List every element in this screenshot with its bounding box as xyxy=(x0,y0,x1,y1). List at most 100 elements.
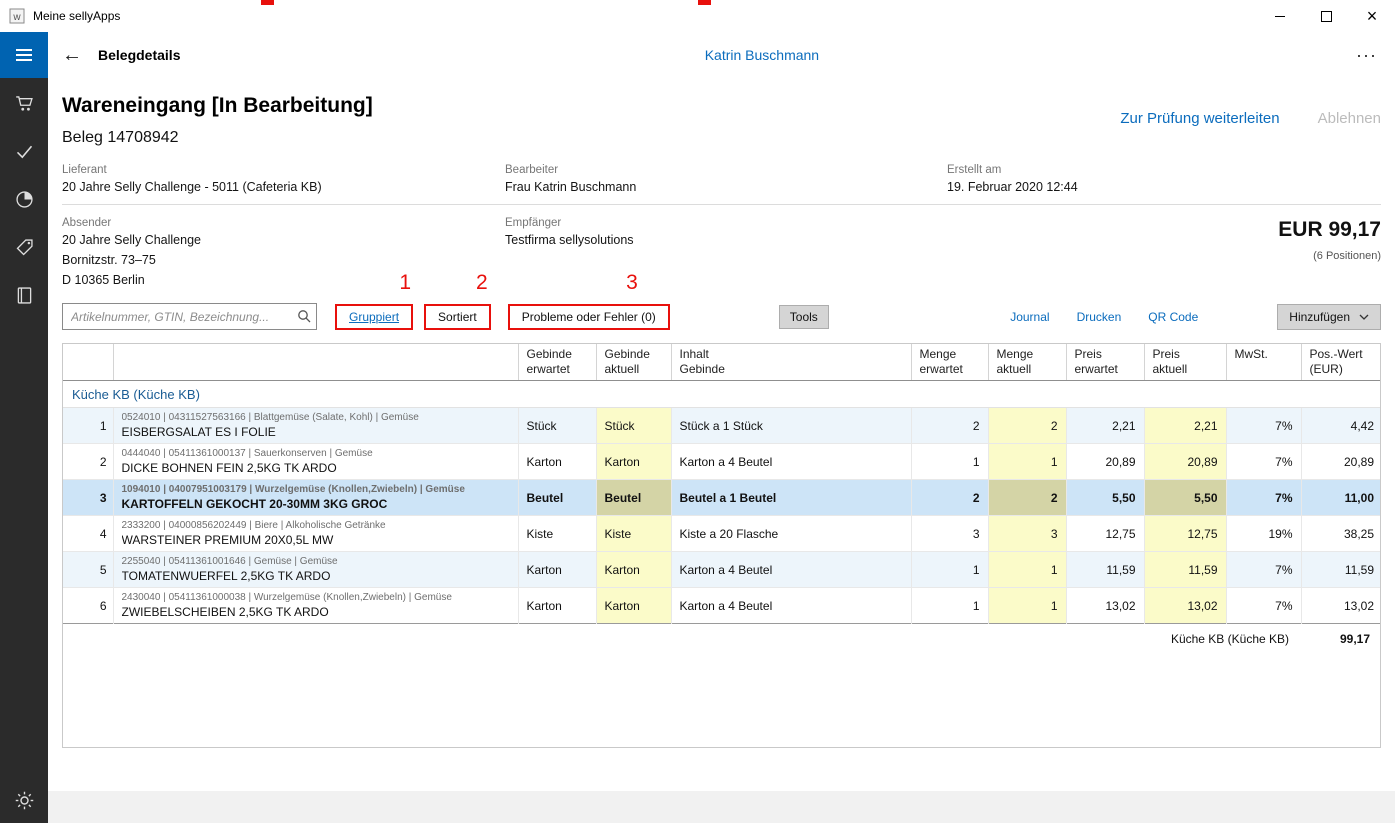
cell-menge_aktuell[interactable]: 3 xyxy=(988,516,1066,552)
cell-gebinde_erwartet: Karton xyxy=(518,444,596,480)
cell-preis_erwartet: 20,89 xyxy=(1066,444,1144,480)
cell-menge_aktuell[interactable]: 2 xyxy=(988,408,1066,444)
cell-wert: 13,02 xyxy=(1301,588,1381,624)
article-name: KARTOFFELN GEKOCHT 20-30MM 3KG GROC xyxy=(122,497,510,512)
cell-gebinde_aktuell[interactable]: Beutel xyxy=(596,480,671,516)
close-button[interactable]: × xyxy=(1349,0,1395,32)
cell-mwst: 7% xyxy=(1226,444,1301,480)
cell-menge_erwartet: 2 xyxy=(911,408,988,444)
probleme-fehler-button[interactable]: Probleme oder Fehler (0) xyxy=(508,304,670,330)
article-meta: 2333200 | 04000856202449 | Biere | Alkoh… xyxy=(122,519,510,532)
qr-code-link[interactable]: QR Code xyxy=(1148,310,1198,324)
article-cell: 1094010 | 04007951003179 | Wurzelgemüse … xyxy=(113,480,518,516)
cell-preis_erwartet: 12,75 xyxy=(1066,516,1144,552)
cell-gebinde_aktuell[interactable]: Karton xyxy=(596,588,671,624)
annotation-number-2: 2 xyxy=(476,271,488,295)
maximize-button[interactable] xyxy=(1303,0,1349,32)
cell-menge_erwartet: 1 xyxy=(911,588,988,624)
article-cell: 0524010 | 04311527563166 | Blattgemüse (… xyxy=(113,408,518,444)
hamburger-icon xyxy=(16,46,32,64)
forward-for-review-link[interactable]: Zur Prüfung weiterleiten xyxy=(1120,110,1279,127)
cell-num: 1 xyxy=(63,408,113,444)
table-row[interactable]: 6 2430040 | 05411361000038 | Wurzelgemüse… xyxy=(63,588,1381,624)
search-input[interactable] xyxy=(62,303,317,330)
reject-link[interactable]: Ablehnen xyxy=(1318,110,1381,127)
cell-wert: 11,00 xyxy=(1301,480,1381,516)
field-label-absender: Absender xyxy=(62,217,505,229)
table-row[interactable]: 52255040 | 05411361001646 | Gemüse | Gem… xyxy=(63,552,1381,588)
cell-preis_aktuell[interactable]: 2,21 xyxy=(1144,408,1226,444)
minimize-button[interactable] xyxy=(1257,0,1303,32)
search-icon[interactable] xyxy=(297,309,311,323)
cell-inhalt: Stück a 1 Stück xyxy=(671,408,911,444)
drucken-link[interactable]: Drucken xyxy=(1077,310,1122,324)
footer-total: 99,17 xyxy=(1301,624,1381,655)
article-name: EISBERGSALAT ES I FOLIE xyxy=(122,425,510,440)
cell-gebinde_erwartet: Beutel xyxy=(518,480,596,516)
more-button[interactable]: ··· xyxy=(1356,45,1377,66)
fields-row-1: Lieferant 20 Jahre Selly Challenge - 501… xyxy=(62,164,1381,205)
journal-link[interactable]: Journal xyxy=(1010,310,1049,324)
article-meta: 0524010 | 04311527563166 | Blattgemüse (… xyxy=(122,411,510,424)
cell-num: 3 xyxy=(63,480,113,516)
cell-menge_aktuell[interactable]: 1 xyxy=(988,552,1066,588)
page-title: Belegdetails xyxy=(98,47,180,63)
price-tag-icon xyxy=(14,237,35,258)
sidebar-item-prices[interactable] xyxy=(0,224,48,270)
cell-gebinde_aktuell[interactable]: Karton xyxy=(596,552,671,588)
article-meta: 2430040 | 05411361000038 | Wurzelgemüse … xyxy=(122,591,510,604)
group-row: Küche KB (Küche KB) xyxy=(63,381,1381,408)
hinzufuegen-button[interactable]: Hinzufügen xyxy=(1277,304,1381,330)
cell-preis_aktuell[interactable]: 13,02 xyxy=(1144,588,1226,624)
table-row[interactable]: 20444040 | 05411361000137 | Sauerkonserv… xyxy=(63,444,1381,480)
sidebar-item-settings[interactable] xyxy=(0,777,48,823)
cell-wert: 4,42 xyxy=(1301,408,1381,444)
cell-inhalt: Kiste a 20 Flasche xyxy=(671,516,911,552)
window-controls: × xyxy=(1257,0,1395,32)
field-value-bearbeiter: Frau Katrin Buschmann xyxy=(505,180,947,194)
tools-button[interactable]: Tools xyxy=(779,305,829,329)
field-value-lieferant: 20 Jahre Selly Challenge - 5011 (Cafeter… xyxy=(62,180,505,194)
cell-preis_aktuell[interactable]: 11,59 xyxy=(1144,552,1226,588)
column-header-5: Mengeerwartet xyxy=(911,344,988,381)
article-cell: 0444040 | 05411361000137 | Sauerkonserve… xyxy=(113,444,518,480)
cell-preis_erwartet: 5,50 xyxy=(1066,480,1144,516)
gruppiert-button[interactable]: Gruppiert xyxy=(335,304,413,330)
positions-count: (6 Positionen) xyxy=(947,250,1381,262)
column-header-1 xyxy=(113,344,518,381)
user-name[interactable]: Katrin Buschmann xyxy=(705,47,819,63)
sidebar-item-cart[interactable] xyxy=(0,80,48,126)
chevron-down-icon xyxy=(1359,314,1369,320)
cell-preis_aktuell[interactable]: 12,75 xyxy=(1144,516,1226,552)
cell-gebinde_aktuell[interactable]: Stück xyxy=(596,408,671,444)
column-header-0 xyxy=(63,344,113,381)
cell-gebinde_aktuell[interactable]: Kiste xyxy=(596,516,671,552)
cell-menge_aktuell[interactable]: 1 xyxy=(988,444,1066,480)
cell-preis_aktuell[interactable]: 20,89 xyxy=(1144,444,1226,480)
cell-preis_erwartet: 11,59 xyxy=(1066,552,1144,588)
cell-num: 6 xyxy=(63,588,113,624)
table-row[interactable]: 1 0524010 | 04311527563166 | Blattgemüse … xyxy=(63,408,1381,444)
cell-gebinde_aktuell[interactable]: Karton xyxy=(596,444,671,480)
sidebar-item-statistics[interactable] xyxy=(0,176,48,222)
back-button[interactable]: ← xyxy=(62,45,82,65)
cell-menge_aktuell[interactable]: 2 xyxy=(988,480,1066,516)
cell-num: 4 xyxy=(63,516,113,552)
cell-menge_aktuell[interactable]: 1 xyxy=(988,588,1066,624)
field-value-erstellt-am: 19. Februar 2020 12:44 xyxy=(947,180,1381,194)
checkmark-icon xyxy=(14,141,35,162)
table-row[interactable]: 31094010 | 04007951003179 | Wurzelgemüse… xyxy=(63,480,1381,516)
positions-table-container: GebindeerwartetGebindeaktuellInhaltGebin… xyxy=(62,343,1381,748)
article-cell: 2430040 | 05411361000038 | Wurzelgemüse … xyxy=(113,588,518,624)
sidebar-item-tasks[interactable] xyxy=(0,128,48,174)
table-row[interactable]: 4 2333200 | 04000856202449 | Biere | Alko… xyxy=(63,516,1381,552)
cell-inhalt: Beutel a 1 Beutel xyxy=(671,480,911,516)
app-header: ← Belegdetails Katrin Buschmann ··· xyxy=(48,32,1395,78)
sortiert-button[interactable]: Sortiert xyxy=(424,304,491,330)
minimize-icon xyxy=(1275,16,1285,17)
sidebar-item-journal[interactable] xyxy=(0,272,48,318)
field-label-erstellt-am: Erstellt am xyxy=(947,164,1381,176)
menu-button[interactable] xyxy=(0,32,48,78)
cell-preis_aktuell[interactable]: 5,50 xyxy=(1144,480,1226,516)
cell-gebinde_erwartet: Stück xyxy=(518,408,596,444)
